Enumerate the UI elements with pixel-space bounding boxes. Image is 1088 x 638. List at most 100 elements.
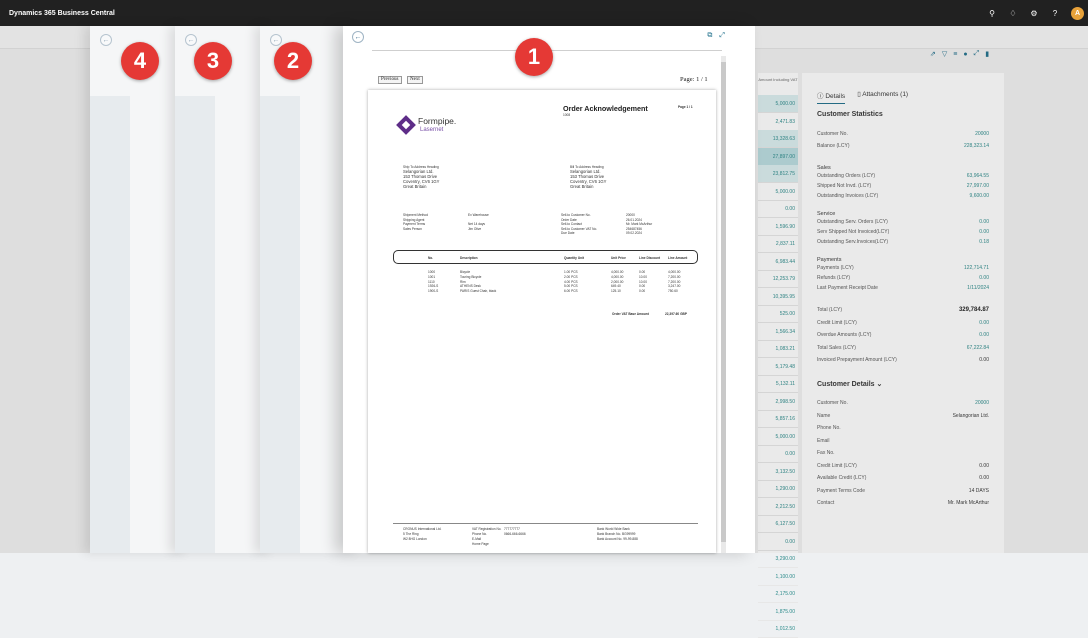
line-cell: 3,247.00 <box>668 284 681 289</box>
info-value: Net 14 days <box>468 222 486 226</box>
line-cell: 0.00 <box>639 284 646 289</box>
line-cell: ATHENS Desk <box>460 284 481 289</box>
line-cell: 6.00 PCS <box>564 289 578 294</box>
document-title: Order Acknowledgement <box>563 104 648 113</box>
line-cell: 649.40 <box>611 284 621 289</box>
column-header: Quantity Unit <box>564 256 585 260</box>
top-icons: ⚲ ♢ ⚙ ? A <box>987 0 1084 26</box>
line-cell: 1.00 PCS <box>564 270 578 274</box>
ship-to-line: Great Britain <box>403 184 427 189</box>
column-header: No. <box>428 256 434 260</box>
line-cell: 2.00 PCS <box>564 274 578 279</box>
info-label: Sell-to Customer VAT No. <box>561 226 598 231</box>
list-row[interactable]: 1,875.00 <box>758 603 798 621</box>
document-page: Page 1 / 1 <box>678 105 693 109</box>
help-icon[interactable]: ? <box>1050 9 1060 18</box>
info-label: Due Date <box>561 231 575 235</box>
expand-icon[interactable]: ⤢ <box>719 32 725 40</box>
info-label: Shipping Agent <box>403 217 425 222</box>
footer-rule <box>393 523 698 524</box>
app-title[interactable]: Dynamics 365 Business Central <box>9 10 115 17</box>
line-cell: Bicycle <box>460 270 471 274</box>
line-cell: 750.60 <box>668 289 678 294</box>
info-value: 09.02.2024 <box>626 231 642 235</box>
info-label: Order Date <box>561 217 577 222</box>
line-cell: 10.00 <box>639 274 647 279</box>
info-label: Sell-to Contact <box>561 222 582 226</box>
order-line: 1900-S PARIS Guest Chair, black 6.00 PCS 12… <box>368 289 716 294</box>
column-header: Line Discount <box>639 256 661 260</box>
info-value: Ex Warehouse <box>468 213 489 217</box>
footer-bank-line: Bank Account No. 99-99-888 <box>597 537 638 541</box>
line-cell: 1900-S <box>428 289 439 294</box>
footer-contact-label: Home Page <box>472 542 489 546</box>
info-label: Payment Terms <box>403 222 426 226</box>
line-cell: 7,200.00 <box>668 279 681 284</box>
back-arrow-icon[interactable]: ← <box>185 34 197 46</box>
column-header: Line Amount <box>668 256 688 260</box>
footer-company-line: CRONUS International Ltd. <box>403 527 442 531</box>
footer-bank-line: Bank World Wide Bank <box>597 527 630 531</box>
page-strip <box>260 96 300 553</box>
line-cell: 5.00 PCS <box>564 284 578 289</box>
list-row[interactable]: 1,012.50 <box>758 620 798 638</box>
line-cell: 125.10 <box>611 289 621 294</box>
step-badge-2: 2 <box>274 42 312 80</box>
info-value: Mr. Mark McArthur <box>626 222 653 226</box>
line-cell: 4,000.00 <box>668 270 681 274</box>
logo-name: Formpipe. <box>418 116 457 126</box>
footer-contact-label: Phone No. <box>472 532 488 536</box>
line-cell: PARIS Guest Chair, black <box>460 289 497 294</box>
bell-icon[interactable]: ♢ <box>1008 9 1018 18</box>
page-indicator: Page: 1 / 1 <box>680 76 708 83</box>
back-arrow-icon[interactable]: ← <box>352 31 364 43</box>
line-cell: 7,200.00 <box>668 274 681 279</box>
line-cell: 10.00 <box>639 279 647 284</box>
total-value: 22,397.60 GBP <box>665 312 687 316</box>
line-cell: 2,000.00 <box>611 279 624 284</box>
document-number: 1008 <box>563 113 571 117</box>
card-actions: ⧉ ⤢ <box>707 32 725 40</box>
list-row[interactable]: 1,100.00 <box>758 568 798 586</box>
line-cell: 4,000.00 <box>611 270 624 274</box>
info-label: Sales Person <box>403 226 422 231</box>
line-cell: 4.00 PCS <box>564 279 578 284</box>
line-cell: Touring Bicycle <box>460 274 482 279</box>
footer-company-line: 5 The Ring <box>403 532 419 536</box>
line-cell: 0.00 <box>639 270 646 274</box>
next-button[interactable]: Next <box>407 76 423 84</box>
line-cell: Rim <box>460 279 466 284</box>
bill-to-line: Great Britain <box>570 184 594 189</box>
footer-contact-value: 0666-666-6666 <box>504 532 526 536</box>
column-header: Unit Price <box>611 256 626 260</box>
page-strip <box>175 96 215 553</box>
top-bar: Dynamics 365 Business Central ⚲ ♢ ⚙ ? A <box>0 0 1088 26</box>
back-arrow-icon[interactable]: ← <box>270 34 282 46</box>
line-cell: 1001 <box>428 274 436 279</box>
list-row[interactable]: 2,175.00 <box>758 585 798 603</box>
order-document: Formpipe. Lasernet Order Acknowledgement… <box>368 90 716 553</box>
search-icon[interactable]: ⚲ <box>987 9 997 18</box>
info-label: Sell-to Customer No. <box>561 213 591 217</box>
info-label: Shipment Method <box>403 213 428 217</box>
back-arrow-icon[interactable]: ← <box>100 34 112 46</box>
line-cell: 4,000.00 <box>611 274 624 279</box>
scrollbar-thumb[interactable] <box>721 62 726 542</box>
info-value: 26.01.2024 <box>626 217 642 222</box>
step-badge-4: 4 <box>121 42 159 80</box>
footer-bank-line: Bank Branch No. BG99999 <box>597 532 636 536</box>
avatar[interactable]: A <box>1071 6 1084 20</box>
line-cell: 1110 <box>428 279 435 284</box>
line-cell: 1926-S <box>428 284 439 289</box>
previous-button[interactable]: Previous <box>378 76 402 84</box>
step-badge-1: 1 <box>515 38 553 76</box>
gear-icon[interactable]: ⚙ <box>1029 9 1039 18</box>
footer-contact-label: VAT Registration No. <box>472 527 502 531</box>
total-label: Order VAT Base Amount <box>612 312 649 316</box>
info-value: Jim Olive <box>468 226 482 231</box>
page-strip <box>90 96 130 553</box>
info-value: 20000 <box>626 213 635 217</box>
open-new-window-icon[interactable]: ⧉ <box>707 32 712 40</box>
footer-contact-label: E-Mail <box>472 537 482 541</box>
logo-subtitle: Lasernet <box>420 127 444 133</box>
